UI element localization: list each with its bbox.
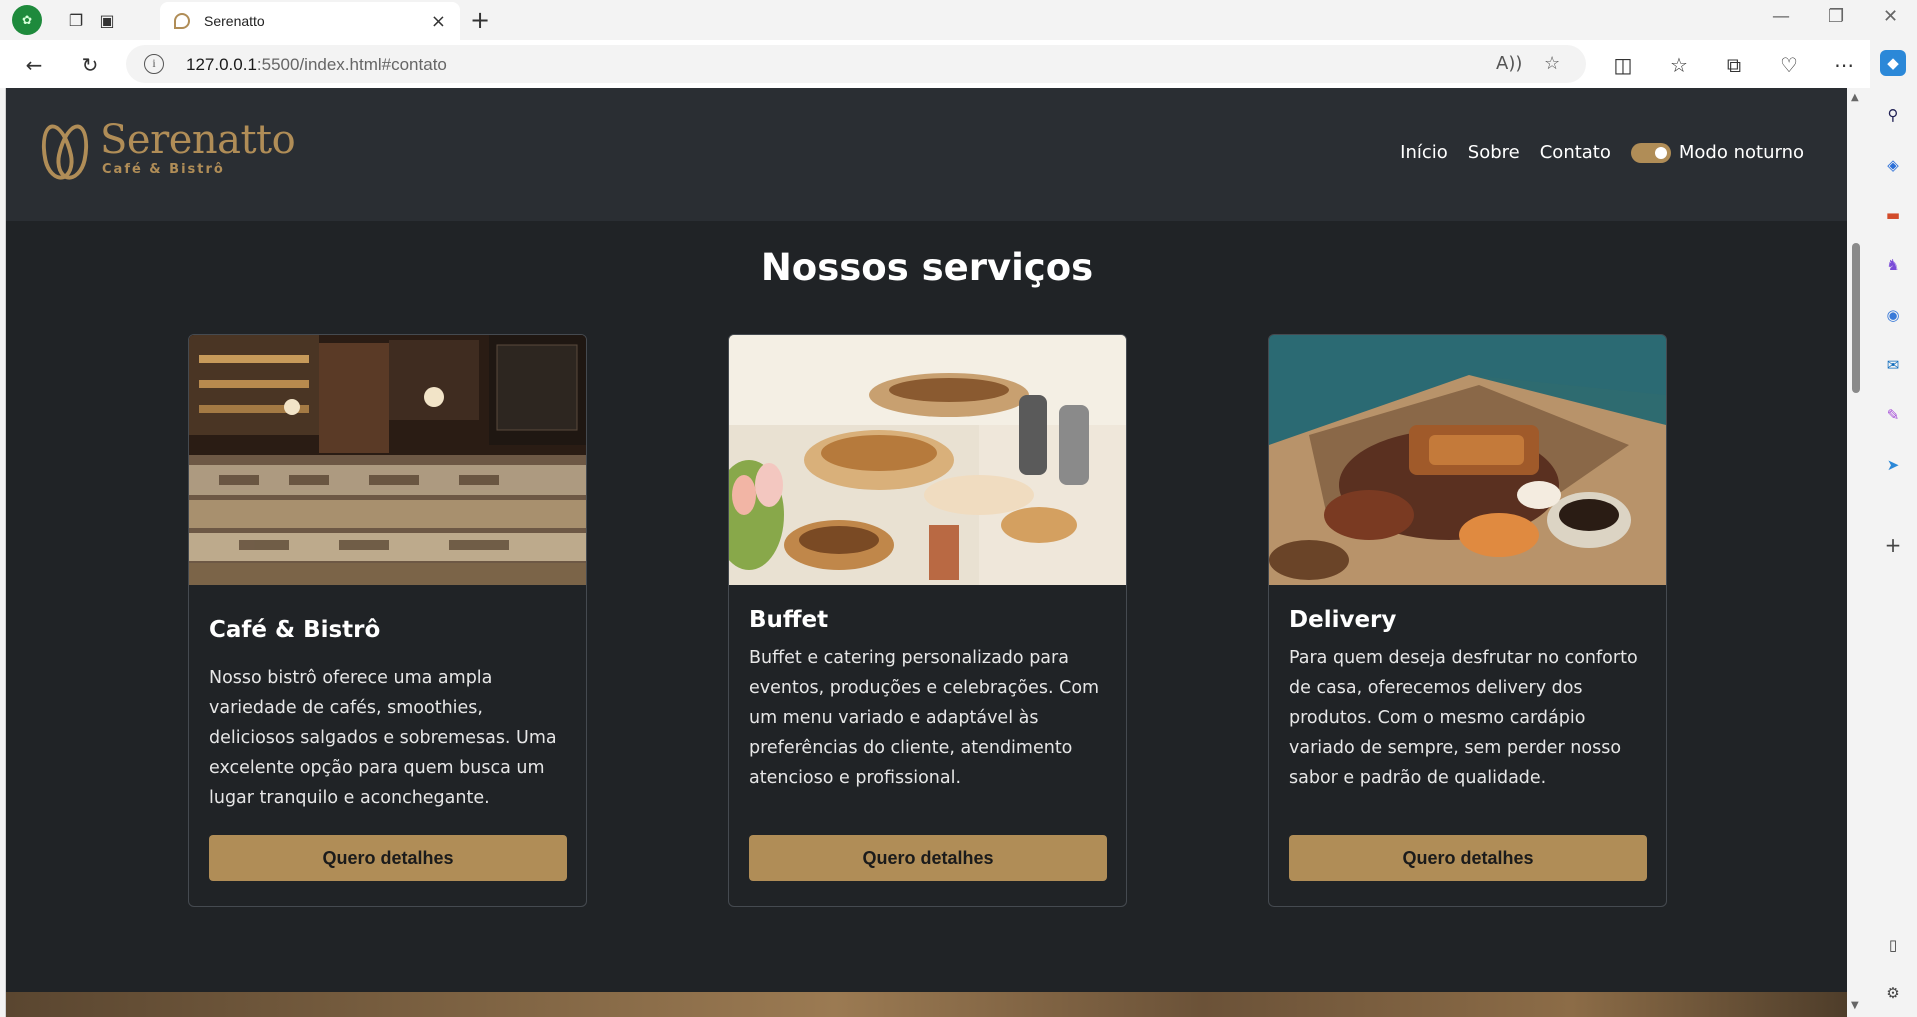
- details-button-delivery[interactable]: Quero detalhes: [1289, 835, 1647, 881]
- service-card-cafe: Café & Bistrô Nosso bistrô oferece uma a…: [188, 334, 587, 907]
- reload-icon[interactable]: ↻: [77, 52, 103, 78]
- nav-link-sobre[interactable]: Sobre: [1468, 142, 1520, 163]
- site-info-icon[interactable]: i: [144, 54, 164, 74]
- workspaces-icon[interactable]: ❐: [64, 8, 88, 32]
- delivery-box-photo: [1269, 335, 1666, 585]
- cafe-counter-photo: [189, 335, 586, 585]
- details-button-buffet[interactable]: Quero detalhes: [749, 835, 1107, 881]
- card-title: Delivery: [1289, 607, 1397, 633]
- back-icon[interactable]: ←: [21, 52, 47, 78]
- browser-toolbar: ← ↻ i 127.0.0.1:5500/index.html#contato …: [0, 40, 1917, 88]
- browser-essentials-icon[interactable]: ♡: [1776, 52, 1802, 78]
- browser-tab-bar: ✿ ❐ ▣ Serenatto × + — ❐ ✕: [0, 0, 1917, 40]
- service-card-buffet: Buffet Buffet e catering personalizado p…: [728, 334, 1127, 907]
- split-screen-icon[interactable]: ◫: [1610, 52, 1636, 78]
- send-icon[interactable]: ➤: [1880, 452, 1906, 478]
- card-description: Nosso bistrô oferece uma ampla variedade…: [209, 668, 557, 808]
- collections-icon[interactable]: ⧉: [1721, 52, 1747, 78]
- add-sidebar-app-icon[interactable]: +: [1880, 532, 1906, 558]
- outlook-icon[interactable]: ✉: [1880, 352, 1906, 378]
- brand-name: Serenatto: [100, 117, 296, 163]
- designer-icon[interactable]: ✎: [1880, 402, 1906, 428]
- scroll-up-icon[interactable]: ▲: [1851, 92, 1859, 103]
- toggle-knob: [1654, 146, 1667, 159]
- close-window-icon[interactable]: ✕: [1883, 6, 1898, 27]
- search-icon[interactable]: ⚲: [1880, 102, 1906, 128]
- browser-tab-active[interactable]: Serenatto ×: [160, 2, 460, 40]
- card-title: Buffet: [749, 607, 829, 633]
- tab-title: Serenatto: [204, 13, 265, 29]
- new-tab-icon[interactable]: +: [470, 6, 490, 34]
- brand-logo[interactable]: Serenatto Café & Bistrô: [36, 117, 296, 186]
- next-section-preview: [6, 992, 1847, 1017]
- dark-mode-label: Modo noturno: [1678, 142, 1804, 163]
- favicon-icon: [174, 13, 190, 29]
- profile-avatar[interactable]: ✿: [12, 5, 42, 35]
- address-bar[interactable]: i 127.0.0.1:5500/index.html#contato A)) …: [126, 45, 1586, 83]
- site-header: Serenatto Café & Bistrô Início Sobre Con…: [6, 88, 1847, 221]
- scroll-thumb[interactable]: [1852, 243, 1860, 393]
- nav-link-inicio[interactable]: Início: [1400, 142, 1448, 163]
- buffet-table-photo: [729, 335, 1126, 585]
- close-tab-icon[interactable]: ×: [431, 11, 446, 32]
- card-description: Buffet e catering personalizado para eve…: [749, 648, 1100, 788]
- scroll-down-icon[interactable]: ▼: [1851, 1000, 1859, 1011]
- card-description: Para quem deseja desfrutar no conforto d…: [1289, 648, 1638, 788]
- tools-icon[interactable]: ▬: [1880, 202, 1906, 228]
- service-card-delivery: Delivery Para quem deseja desfrutar no c…: [1268, 334, 1667, 907]
- page-viewport: Serenatto Café & Bistrô Início Sobre Con…: [5, 88, 1847, 1017]
- details-button-cafe[interactable]: Quero detalhes: [209, 835, 567, 881]
- services-title: Nossos serviços: [760, 246, 1094, 289]
- hide-sidebar-icon[interactable]: ▯: [1880, 932, 1906, 958]
- nav-link-contato[interactable]: Contato: [1540, 142, 1611, 163]
- page-scrollbar[interactable]: ▲ ▼: [1847, 88, 1865, 1017]
- copilot-icon[interactable]: ◆: [1880, 50, 1906, 76]
- card-title: Café & Bistrô: [209, 617, 381, 643]
- main-nav: Início Sobre Contato Modo noturno: [1400, 142, 1804, 163]
- dark-mode-toggle[interactable]: [1630, 142, 1671, 163]
- more-menu-icon[interactable]: ⋯: [1831, 52, 1857, 78]
- coffee-bean-logo-icon: [36, 118, 94, 186]
- url-text[interactable]: 127.0.0.1:5500/index.html#contato: [186, 55, 447, 75]
- microsoft365-icon[interactable]: ◉: [1880, 302, 1906, 328]
- vertical-tabs-icon[interactable]: ▣: [95, 8, 119, 32]
- games-icon[interactable]: ♞: [1880, 252, 1906, 278]
- brand-subtitle: Café & Bistrô: [102, 162, 225, 177]
- edge-sidebar: ◆ ⚲ ◈ ▬ ♞ ◉ ✉ ✎ ➤ + ▯ ⚙: [1870, 40, 1917, 1017]
- restore-icon[interactable]: ❐: [1828, 6, 1844, 27]
- settings-gear-icon[interactable]: ⚙: [1880, 980, 1906, 1006]
- read-aloud-icon[interactable]: A)): [1496, 53, 1522, 74]
- shopping-tag-icon[interactable]: ◈: [1880, 152, 1906, 178]
- favorite-star-icon[interactable]: ☆: [1544, 53, 1560, 74]
- favorites-icon[interactable]: ☆: [1666, 52, 1692, 78]
- minimize-icon[interactable]: —: [1772, 6, 1790, 27]
